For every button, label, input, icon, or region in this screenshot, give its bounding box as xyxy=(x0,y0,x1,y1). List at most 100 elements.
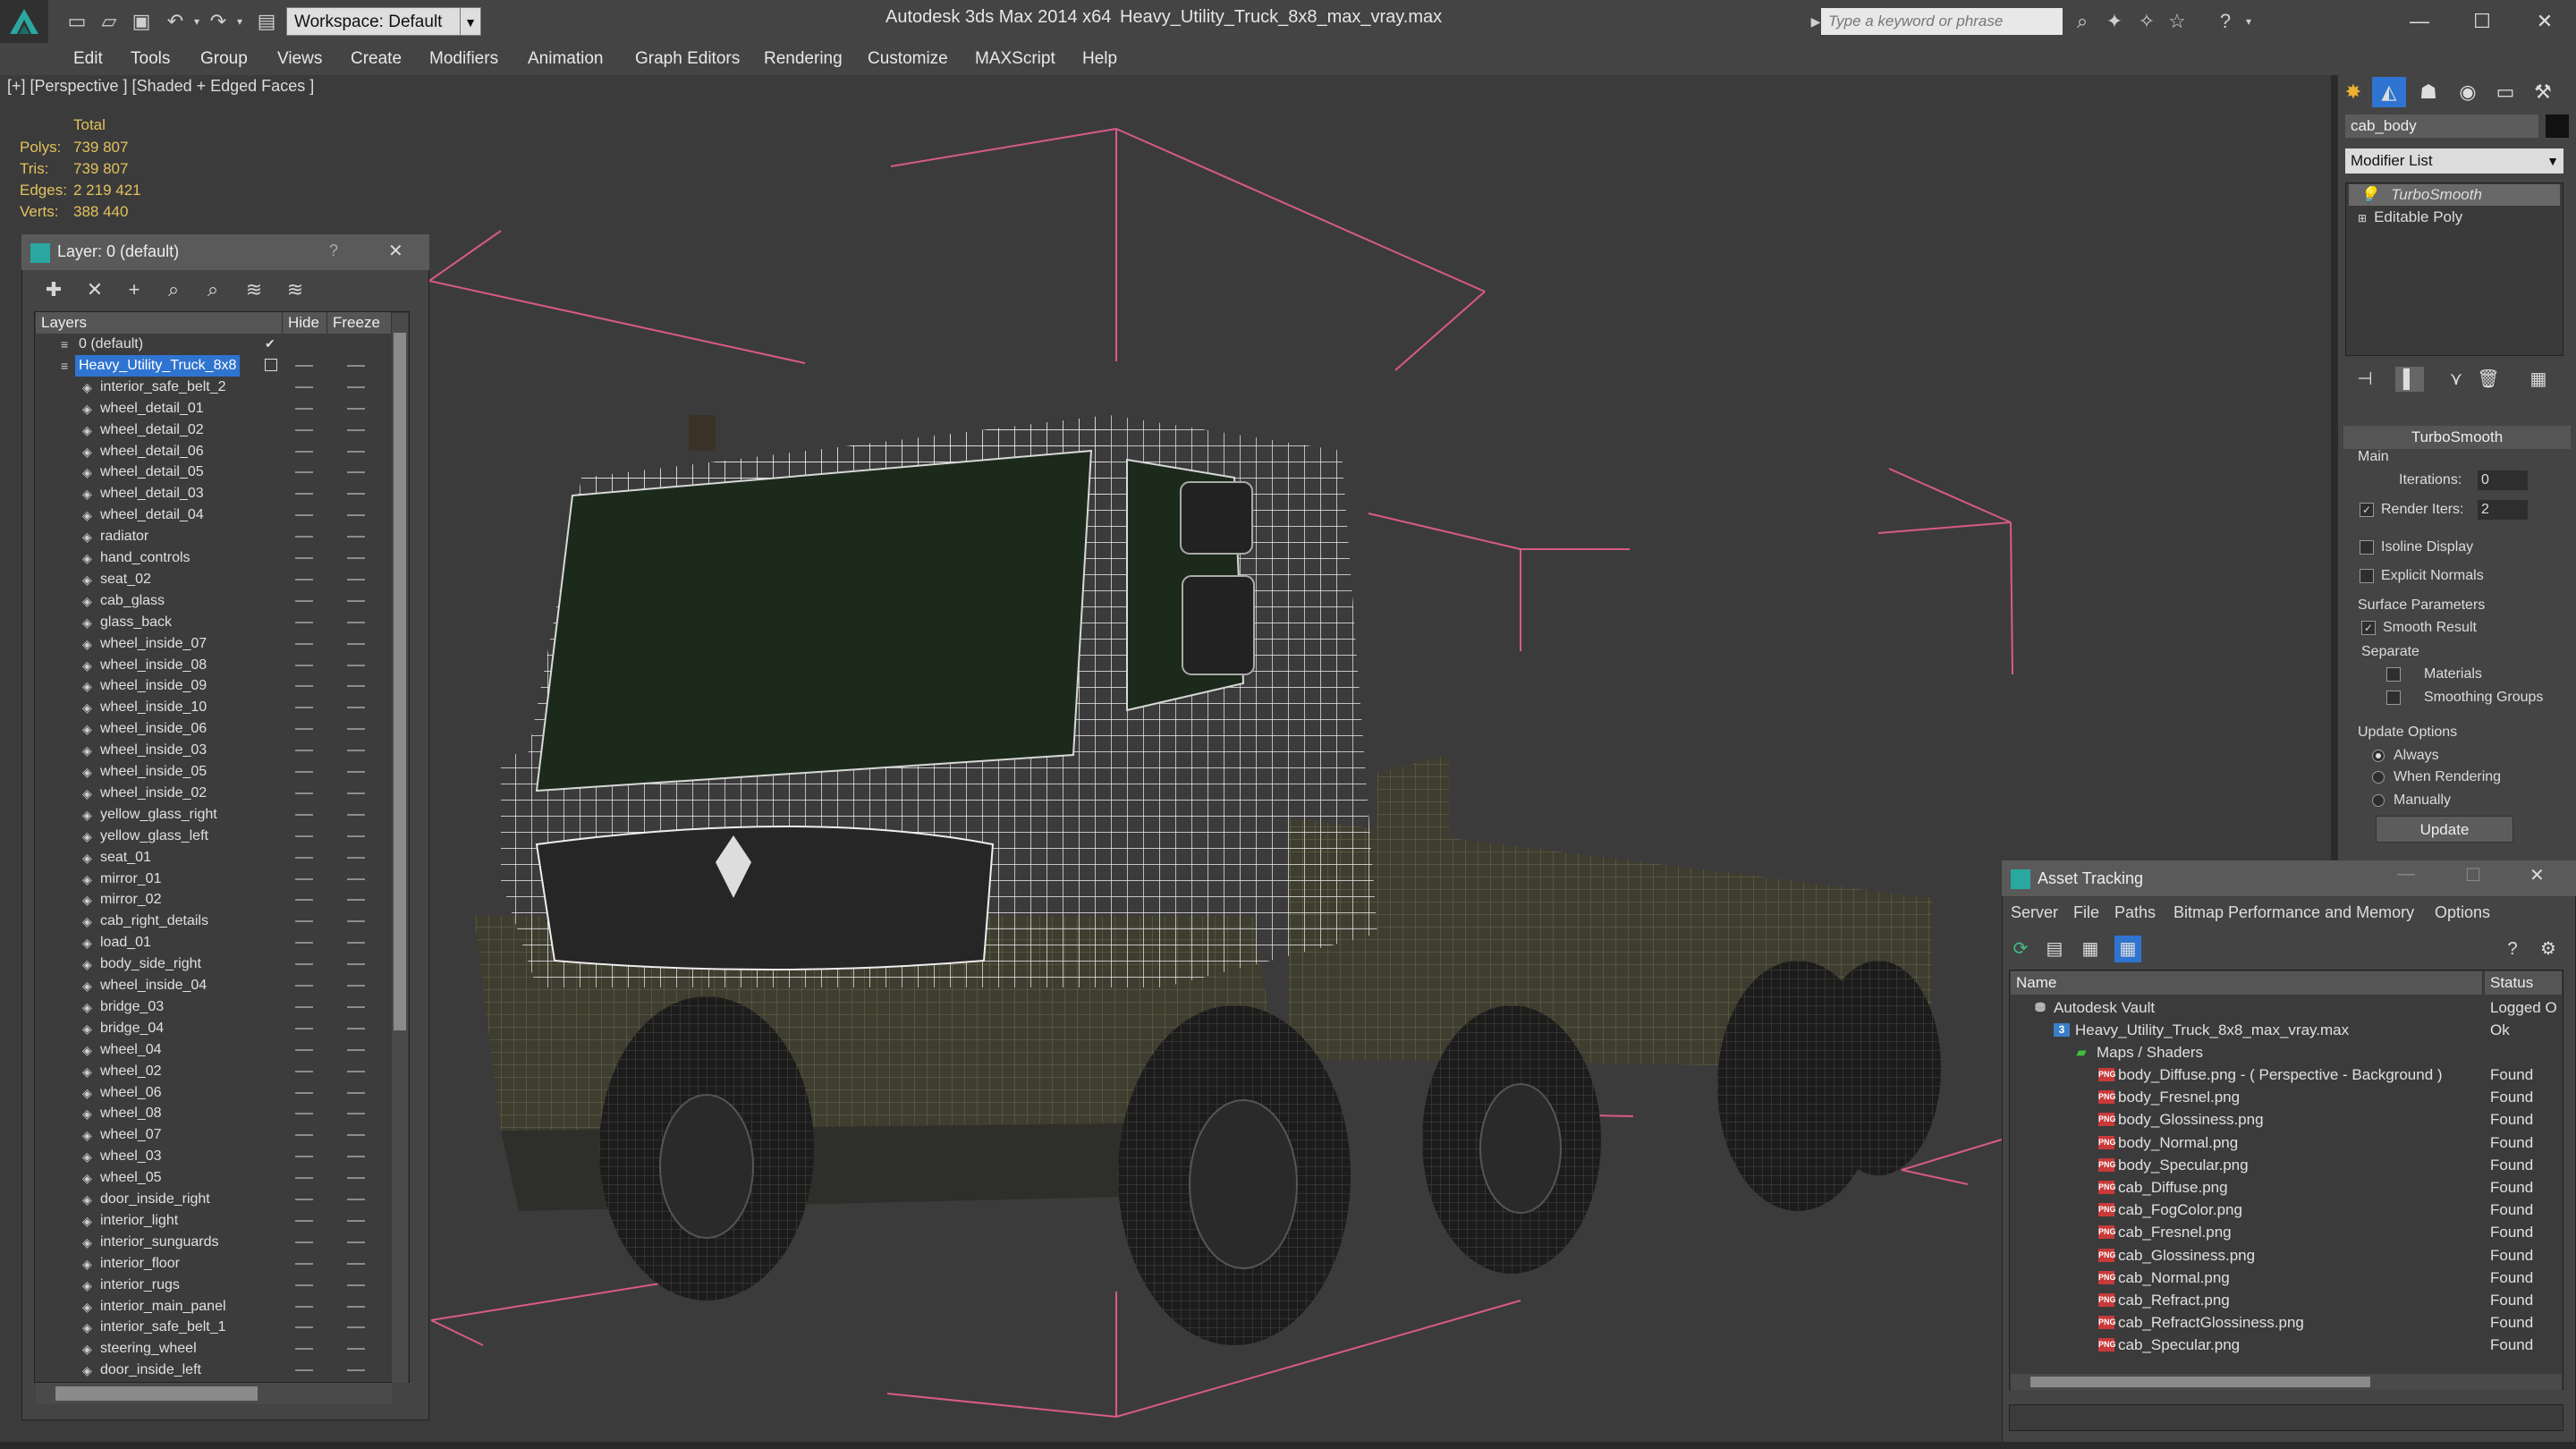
object-row[interactable]: ◈ mirror_01 xyxy=(36,869,394,890)
menu-maxscript[interactable]: MAXScript xyxy=(975,43,1055,75)
hide-all-icon[interactable]: ≋ xyxy=(240,275,268,304)
hide-toggle[interactable] xyxy=(295,1241,313,1243)
hide-toggle[interactable] xyxy=(295,1326,313,1329)
menu-tools[interactable]: Tools xyxy=(131,43,170,75)
freeze-toggle[interactable] xyxy=(347,599,365,602)
object-row[interactable]: ◈ wheel_detail_05 xyxy=(36,462,394,483)
freeze-toggle[interactable] xyxy=(347,1262,365,1265)
hide-toggle[interactable] xyxy=(295,856,313,859)
object-row[interactable]: ◈ wheel_inside_05 xyxy=(36,761,394,783)
make-unique-icon[interactable]: ⋎ xyxy=(2442,367,2470,392)
freeze-toggle[interactable] xyxy=(347,1134,365,1137)
freeze-toggle[interactable] xyxy=(347,450,365,453)
freeze-toggle[interactable] xyxy=(347,642,365,645)
table-row[interactable]: PNG cab_RefractGlossiness.png Found xyxy=(2011,1311,2562,1334)
object-row[interactable]: ◈ radiator xyxy=(36,526,394,547)
hide-toggle[interactable] xyxy=(295,1219,313,1222)
freeze-toggle[interactable] xyxy=(347,1091,365,1094)
hierarchy-tab-icon[interactable]: ☗ xyxy=(2411,77,2445,107)
hide-toggle[interactable] xyxy=(295,771,313,773)
object-row[interactable]: ◈ wheel_03 xyxy=(36,1146,394,1167)
layer-row[interactable]: ≡ Heavy_Utility_Truck_8x8 xyxy=(36,354,394,377)
table-row[interactable]: PNG cab_Specular.png Found xyxy=(2011,1334,2562,1356)
menu-rendering[interactable]: Rendering xyxy=(764,43,843,75)
menu-edit[interactable]: Edit xyxy=(73,43,103,75)
hide-toggle[interactable] xyxy=(295,1005,313,1008)
hide-toggle[interactable] xyxy=(295,1134,313,1137)
object-row[interactable]: ◈ door_inside_left xyxy=(36,1360,394,1381)
freeze-toggle[interactable] xyxy=(347,1113,365,1115)
table-row[interactable]: PNG body_Normal.png Found xyxy=(2011,1131,2562,1154)
help-icon[interactable]: ? xyxy=(2213,9,2238,34)
pin-stack-icon[interactable]: ⊣ xyxy=(2351,367,2379,392)
asset-menu-options[interactable]: Options xyxy=(2435,903,2490,922)
project-folder-icon[interactable]: ▤ xyxy=(254,9,279,34)
hide-toggle[interactable] xyxy=(295,985,313,987)
object-row[interactable]: ◈ yellow_glass_right xyxy=(36,804,394,826)
hide-toggle[interactable] xyxy=(295,1305,313,1308)
stack-item-editable-poly[interactable]: ⊞ Editable Poly xyxy=(2349,207,2560,228)
hide-toggle[interactable] xyxy=(295,471,313,474)
freeze-toggle[interactable] xyxy=(347,386,365,388)
create-layer-icon[interactable]: ✚ xyxy=(39,275,68,304)
thumbnail-view-icon[interactable]: ▦ xyxy=(2077,936,2104,962)
open-file-icon[interactable]: ▱ xyxy=(97,9,122,34)
object-row[interactable]: ◈ wheel_08 xyxy=(36,1103,394,1124)
freeze-toggle[interactable] xyxy=(347,792,365,794)
hide-toggle[interactable] xyxy=(295,1199,313,1200)
object-row[interactable]: ◈ wheel_detail_03 xyxy=(36,483,394,504)
freeze-toggle[interactable] xyxy=(347,813,365,816)
hide-toggle[interactable] xyxy=(295,835,313,837)
table-row[interactable]: PNG cab_Refract.png Found xyxy=(2011,1289,2562,1311)
menu-views[interactable]: Views xyxy=(277,43,322,75)
object-row[interactable]: ◈ body_side_right xyxy=(36,953,394,975)
object-row[interactable]: ◈ interior_floor xyxy=(36,1253,394,1275)
freeze-toggle[interactable] xyxy=(347,1199,365,1200)
hide-toggle[interactable] xyxy=(295,1070,313,1072)
hide-toggle[interactable] xyxy=(295,1284,313,1286)
workspace-dropdown[interactable]: Workspace: Default xyxy=(286,7,479,36)
hide-toggle[interactable] xyxy=(295,877,313,880)
menu-animation[interactable]: Animation xyxy=(528,43,604,75)
table-row[interactable]: PNG cab_Diffuse.png Found xyxy=(2011,1176,2562,1199)
column-name[interactable]: Name xyxy=(2011,971,2483,995)
object-row[interactable]: ◈ interior_rugs xyxy=(36,1275,394,1296)
hide-toggle[interactable] xyxy=(295,1091,313,1094)
viewport-label[interactable]: [+] [Perspective ] [Shaded + Edged Faces… xyxy=(7,77,314,96)
select-objects-icon[interactable]: ⌕ xyxy=(159,275,188,304)
freeze-toggle[interactable] xyxy=(347,364,365,367)
object-row[interactable]: ◈ cab_right_details xyxy=(36,911,394,932)
close-button[interactable]: ✕ xyxy=(2529,864,2545,886)
subscription-icon[interactable]: ✧ xyxy=(2134,9,2159,34)
hide-toggle[interactable] xyxy=(295,963,313,966)
hide-toggle[interactable] xyxy=(295,1348,313,1351)
display-tab-icon[interactable]: ▭ xyxy=(2488,77,2522,107)
hide-toggle[interactable] xyxy=(295,750,313,752)
save-file-icon[interactable]: ▣ xyxy=(129,9,154,34)
object-row[interactable]: ◈ hand_controls xyxy=(36,547,394,569)
utilities-tab-icon[interactable]: ⚒ xyxy=(2526,77,2560,107)
object-row[interactable]: ◈ wheel_inside_10 xyxy=(36,697,394,718)
freeze-toggle[interactable] xyxy=(347,493,365,496)
hide-toggle[interactable] xyxy=(295,364,313,367)
table-row[interactable]: PNG body_Diffuse.png - ( Perspective - Ba… xyxy=(2011,1063,2562,1086)
new-file-icon[interactable]: ▭ xyxy=(64,9,89,34)
redo-dropdown-icon[interactable]: ▾ xyxy=(227,9,252,34)
freeze-toggle[interactable] xyxy=(347,1070,365,1072)
freeze-toggle[interactable] xyxy=(347,514,365,517)
table-row[interactable]: PNG body_Specular.png Found xyxy=(2011,1154,2562,1176)
menu-customize[interactable]: Customize xyxy=(868,43,948,75)
stack-item-turbosmooth[interactable]: 💡 TurboSmooth xyxy=(2349,184,2560,206)
explicit-normals-checkbox[interactable] xyxy=(2360,569,2374,583)
column-hide[interactable]: Hide xyxy=(283,312,327,334)
hide-toggle[interactable] xyxy=(295,514,313,517)
freeze-toggle[interactable] xyxy=(347,963,365,966)
motion-tab-icon[interactable]: ◉ xyxy=(2451,77,2485,107)
object-row[interactable]: ◈ wheel_inside_03 xyxy=(36,740,394,761)
freeze-toggle[interactable] xyxy=(347,407,365,410)
freeze-toggle[interactable] xyxy=(347,707,365,709)
asset-menu-paths[interactable]: Paths xyxy=(2114,903,2156,922)
menu-help[interactable]: Help xyxy=(1082,43,1117,75)
object-name-field[interactable]: cab_body xyxy=(2345,114,2538,138)
create-tab-icon[interactable]: ✸ xyxy=(2336,77,2370,107)
